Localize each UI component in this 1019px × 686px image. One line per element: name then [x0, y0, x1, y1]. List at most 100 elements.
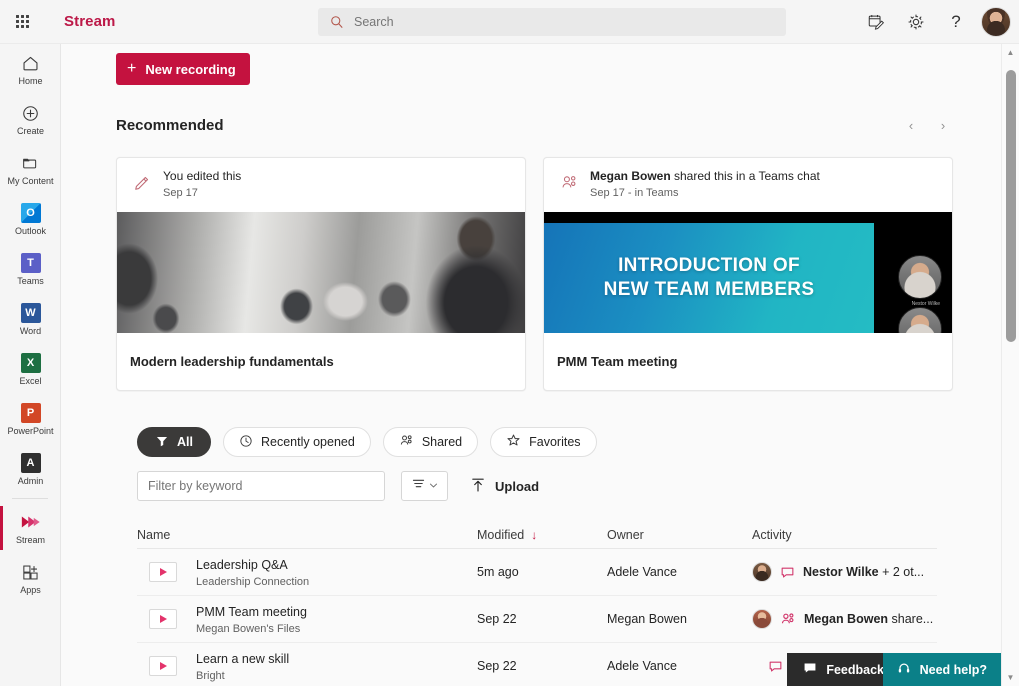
- scroll-up-icon[interactable]: ▲: [1002, 44, 1019, 61]
- table-row[interactable]: Leadership Q&A Leadership Connection 5m …: [137, 549, 937, 596]
- filter-pills: All Recently opened Shared: [137, 427, 947, 457]
- activity-rest: + 2 ot...: [879, 565, 925, 579]
- sidebar-item-word[interactable]: W Word: [0, 294, 61, 344]
- filter-pill-label: Shared: [422, 435, 462, 449]
- sort-descending-icon: ↓: [531, 528, 537, 542]
- activity-rest: share...: [888, 612, 933, 626]
- sidebar-label: Excel: [19, 376, 41, 386]
- sidebar-item-my-content[interactable]: My Content: [0, 144, 61, 194]
- filter-pill-favorites[interactable]: Favorites: [490, 427, 596, 457]
- column-header-owner[interactable]: Owner: [607, 528, 752, 542]
- rail-divider: [12, 498, 48, 499]
- sort-lines-icon: [411, 476, 426, 496]
- upload-button[interactable]: Upload: [464, 471, 545, 501]
- row-name-cell: PMM Team meeting Megan Bowen's Files: [137, 603, 477, 636]
- row-name-text: Learn a new skill Bright: [196, 650, 289, 683]
- search-box[interactable]: [318, 8, 786, 36]
- filter-pill-label: Recently opened: [261, 435, 355, 449]
- headset-icon: [897, 661, 911, 679]
- column-header-activity[interactable]: Activity: [752, 528, 937, 542]
- slide-line-2: NEW TEAM MEMBERS: [604, 278, 815, 302]
- recommended-card[interactable]: You edited this Sep 17 Modern leadership…: [116, 157, 526, 391]
- activity-actor: Megan Bowen: [804, 612, 888, 626]
- help-icon[interactable]: ?: [937, 3, 975, 41]
- scroll-down-icon[interactable]: ▼: [1002, 669, 1019, 686]
- sidebar-label: PowerPoint: [7, 426, 53, 436]
- participant-rail: Nestor Wilke: [874, 212, 952, 333]
- row-owner: Megan Bowen: [607, 612, 752, 626]
- row-activity: Nestor Wilke + 2 ot...: [752, 562, 937, 582]
- excel-icon: X: [21, 352, 41, 374]
- participant-avatar: [898, 255, 942, 299]
- scrollbar-thumb[interactable]: [1006, 70, 1016, 342]
- people-shared-icon: [560, 173, 579, 197]
- comment-icon: [780, 565, 795, 580]
- sort-options-button[interactable]: [401, 471, 448, 501]
- filter-funnel-icon: [155, 434, 169, 451]
- row-title: Learn a new skill: [196, 652, 289, 666]
- filter-pill-all[interactable]: All: [137, 427, 211, 457]
- sidebar-item-teams[interactable]: T Teams: [0, 244, 61, 294]
- video-list-section: All Recently opened Shared: [137, 427, 947, 686]
- avatar[interactable]: [981, 7, 1011, 37]
- row-location: Megan Bowen's Files: [196, 622, 307, 636]
- app-title[interactable]: Stream: [64, 13, 115, 30]
- column-header-name[interactable]: Name: [137, 528, 477, 542]
- carousel-next-icon[interactable]: ›: [932, 114, 954, 136]
- activity-text: Megan Bowen share...: [804, 612, 933, 626]
- comment-icon: [768, 659, 783, 674]
- left-app-rail: Home Create My Content O Outlook T Teams…: [0, 44, 61, 686]
- admin-icon: A: [21, 452, 41, 474]
- app-launcher-icon[interactable]: [0, 0, 44, 44]
- apps-icon: [21, 561, 40, 583]
- search-input[interactable]: [354, 9, 754, 35]
- page-scrollbar[interactable]: ▲ ▼: [1001, 44, 1019, 686]
- top-app-bar: Stream ?: [0, 0, 1019, 44]
- clock-icon: [239, 434, 253, 451]
- gear-icon[interactable]: [897, 3, 935, 41]
- sidebar-item-home[interactable]: Home: [0, 44, 61, 94]
- filter-pill-shared[interactable]: Shared: [383, 427, 478, 457]
- pencil-icon: [133, 173, 152, 197]
- sidebar-item-create[interactable]: Create: [0, 94, 61, 144]
- slide-content: INTRODUCTION OF NEW TEAM MEMBERS: [544, 223, 874, 333]
- card-thumbnail[interactable]: INTRODUCTION OF NEW TEAM MEMBERS Nestor …: [544, 212, 952, 333]
- section-title: Recommended: [116, 117, 224, 134]
- sidebar-item-apps[interactable]: Apps: [0, 553, 61, 603]
- row-name-cell: Leadership Q&A Leadership Connection: [137, 556, 477, 589]
- chevron-down-icon: [429, 477, 438, 495]
- sidebar-item-excel[interactable]: X Excel: [0, 344, 61, 394]
- sidebar-item-stream[interactable]: Stream: [0, 503, 61, 553]
- sidebar-label: Home: [18, 76, 42, 86]
- filter-pill-recently-opened[interactable]: Recently opened: [223, 427, 371, 457]
- carousel-nav: ‹ ›: [900, 114, 954, 136]
- table-row[interactable]: PMM Team meeting Megan Bowen's Files Sep…: [137, 596, 937, 643]
- sidebar-label: My Content: [7, 176, 53, 186]
- people-shared-icon: [780, 611, 796, 627]
- carousel-prev-icon[interactable]: ‹: [900, 114, 922, 136]
- create-plus-icon: [21, 102, 40, 124]
- sidebar-item-admin[interactable]: A Admin: [0, 444, 61, 494]
- card-meta-actor: Megan Bowen: [590, 169, 671, 183]
- waffle-grid: [16, 15, 29, 28]
- need-help-button[interactable]: Need help?: [883, 653, 1001, 686]
- row-modified: Sep 22: [477, 659, 607, 673]
- filter-keyword-input[interactable]: [137, 471, 385, 501]
- row-owner: Adele Vance: [607, 659, 752, 673]
- word-icon: W: [21, 302, 41, 324]
- folder-icon: [21, 152, 40, 174]
- sidebar-item-powerpoint[interactable]: P PowerPoint: [0, 394, 61, 444]
- card-thumbnail[interactable]: [117, 212, 525, 333]
- row-modified: 5m ago: [477, 565, 607, 579]
- meet-now-icon[interactable]: [857, 3, 895, 41]
- participant-name: Nestor Wilke: [912, 301, 940, 307]
- sidebar-item-outlook[interactable]: O Outlook: [0, 194, 61, 244]
- card-meta: You edited this Sep 17: [117, 158, 525, 212]
- sidebar-label: Apps: [20, 585, 41, 595]
- slide-line-1: INTRODUCTION OF: [618, 254, 800, 278]
- recommended-card[interactable]: Megan Bowen shared this in a Teams chat …: [543, 157, 953, 391]
- column-header-modified[interactable]: Modified ↓: [477, 528, 607, 542]
- row-name-text: Leadership Q&A Leadership Connection: [196, 556, 309, 589]
- sidebar-label: Word: [20, 326, 41, 336]
- new-recording-button[interactable]: + New recording: [116, 53, 250, 85]
